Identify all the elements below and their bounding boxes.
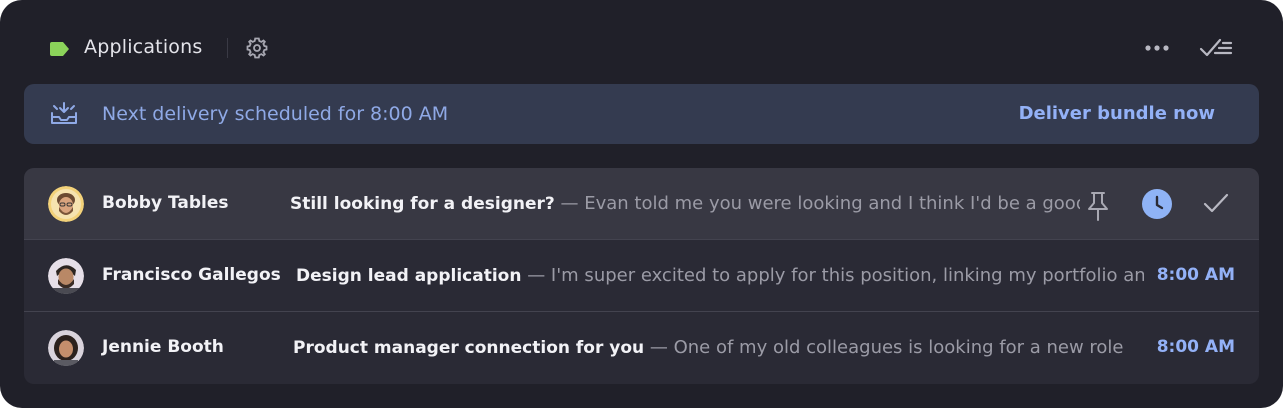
email-snippet: One of my old colleagues is looking for … [673,337,1125,358]
email-subject: Design lead application [296,266,522,286]
separator-dash: — [527,265,551,286]
email-preview: Product manager connection for you — One… [293,337,1125,358]
snooze-clock-icon[interactable] [1141,188,1173,220]
avatar [48,258,84,294]
delivery-banner: Next delivery scheduled for 8:00 AM Deli… [24,84,1259,144]
avatar [48,186,84,222]
separator-dash: — [560,193,585,214]
bundle-panel: Applications Next delivery scheduled for… [0,0,1283,408]
email-row-jennie-booth[interactable]: Jennie Booth Product manager connection … [24,312,1259,384]
avatar [48,330,84,366]
email-snippet: I'm super excited to apply for this posi… [550,265,1144,286]
email-row-francisco-gallegos[interactable]: Francisco Gallegos Design lead applicati… [24,240,1259,312]
email-list: Bobby Tables Still looking for a designe… [24,168,1259,384]
email-row-bobby-tables[interactable]: Bobby Tables Still looking for a designe… [24,168,1259,240]
email-time: 8:00 AM [1156,265,1235,285]
bundle-header: Applications [0,22,1283,74]
deliver-bundle-now-button[interactable]: Deliver bundle now [1019,103,1215,124]
inbox-delivery-icon [50,101,78,127]
bundle-title: Applications [84,36,203,58]
sender-name: Francisco Gallegos [102,265,281,285]
email-snippet: Evan told me you were looking and I thin… [584,193,1080,214]
gear-icon[interactable] [245,36,269,60]
email-time: 8:00 AM [1156,337,1235,357]
email-subject: Still looking for a designer? [290,194,555,214]
done-all-icon[interactable] [1198,34,1234,62]
email-preview: Design lead application — I'm super exci… [296,265,1144,286]
row-hover-actions [1084,186,1254,222]
separator-dash: — [649,337,674,358]
check-icon[interactable] [1201,191,1231,217]
label-tag-icon [50,41,70,56]
header-divider [227,38,228,58]
more-horizontal-icon[interactable] [1142,36,1172,60]
email-preview: Still looking for a designer? — Evan tol… [290,193,1080,214]
sender-name: Jennie Booth [102,337,224,357]
email-subject: Product manager connection for you [293,338,645,358]
pin-icon[interactable] [1084,190,1112,222]
delivery-schedule-text: Next delivery scheduled for 8:00 AM [102,103,449,125]
sender-name: Bobby Tables [102,193,229,213]
